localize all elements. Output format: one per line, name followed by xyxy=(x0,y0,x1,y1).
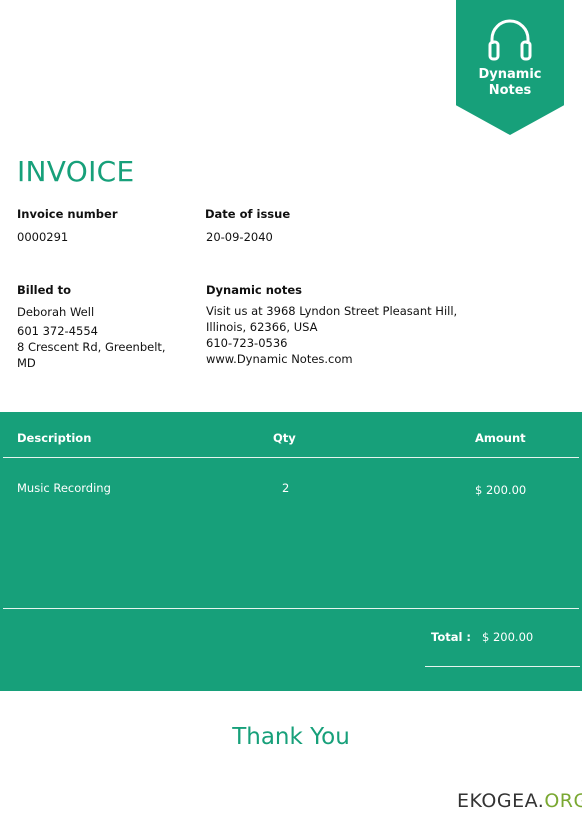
total-value: $ 200.00 xyxy=(482,630,534,644)
brand-name-line1: Dynamic xyxy=(478,67,542,82)
column-header-description: Description xyxy=(17,431,92,445)
company-address-line1: Visit us at 3968 Lyndon Street Pleasant … xyxy=(206,304,458,318)
company-address-line2: Illinois, 62366, USA xyxy=(206,320,318,334)
header-divider xyxy=(3,457,579,458)
company-label: Dynamic notes xyxy=(206,283,302,297)
page-title: INVOICE xyxy=(17,155,135,188)
total-label: Total : xyxy=(431,630,472,644)
watermark-part2: ORG xyxy=(544,790,582,812)
date-of-issue-value: 20-09-2040 xyxy=(206,230,273,244)
column-header-amount: Amount xyxy=(475,431,526,445)
watermark-part1: EKOGEA. xyxy=(457,790,545,812)
headphones-icon xyxy=(488,19,532,61)
column-header-qty: Qty xyxy=(273,431,296,445)
billed-to-address-line2: MD xyxy=(17,356,36,370)
logo-banner: Dynamic Notes xyxy=(456,0,564,135)
brand-name-line2: Notes xyxy=(488,83,532,98)
row-qty: 2 xyxy=(282,481,290,495)
watermark: EKOGEA.ORG xyxy=(457,790,582,812)
company-website: www.Dynamic Notes.com xyxy=(206,352,353,366)
company-phone: 610-723-0536 xyxy=(206,336,288,350)
items-table: Description Qty Amount Music Recording 2… xyxy=(0,412,582,691)
billed-to-name: Deborah Well xyxy=(17,305,95,319)
billed-to-address-line1: 8 Crescent Rd, Greenbelt, xyxy=(17,340,166,354)
thank-you-message: Thank You xyxy=(232,724,350,750)
invoice-number-value: 0000291 xyxy=(17,230,69,244)
invoice-number-label: Invoice number xyxy=(17,207,118,221)
date-of-issue-label: Date of issue xyxy=(205,207,291,221)
billed-to-phone: 601 372-4554 xyxy=(17,324,98,338)
billed-to-label: Billed to xyxy=(17,283,72,297)
row-amount: $ 200.00 xyxy=(475,483,527,497)
total-underline xyxy=(425,666,580,667)
row-description: Music Recording xyxy=(17,481,111,495)
body-divider xyxy=(3,608,579,609)
